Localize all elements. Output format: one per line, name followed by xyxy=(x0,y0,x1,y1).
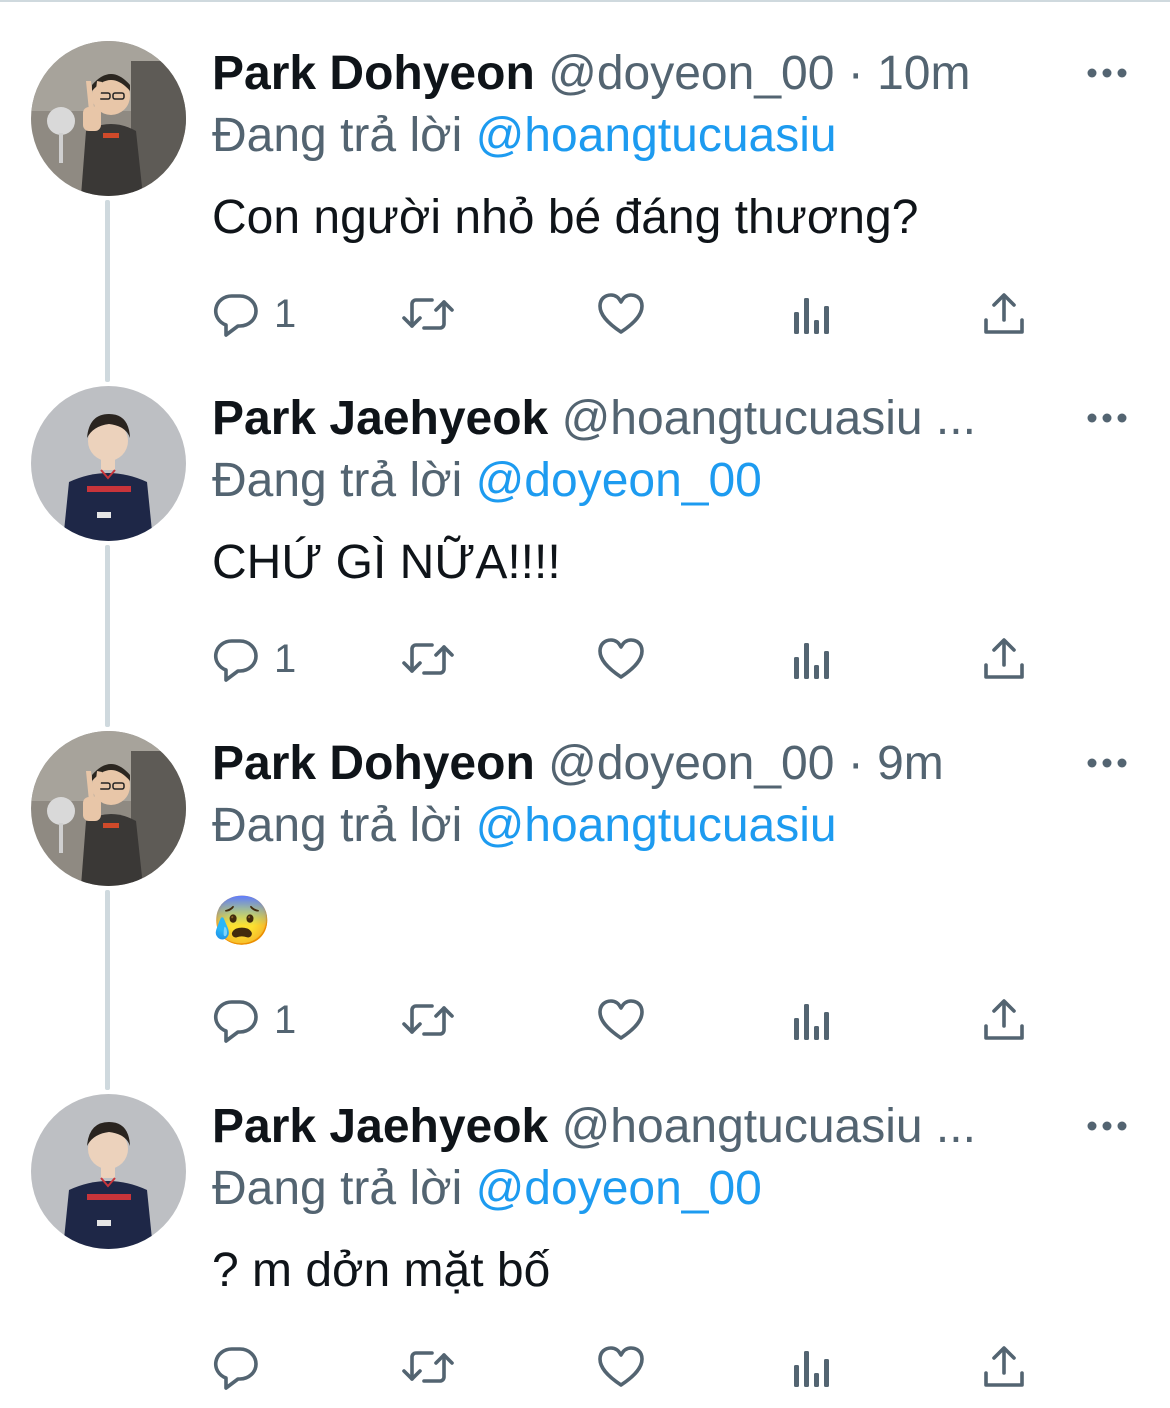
share-button[interactable] xyxy=(980,631,1028,687)
heart-icon xyxy=(598,999,644,1040)
reply-bubble-icon xyxy=(213,294,258,337)
reply-button[interactable]: 1 xyxy=(212,992,296,1048)
tweet-header: Park Jaehyeok @hoangtucuasiu ... xyxy=(212,1097,1092,1157)
heart-icon xyxy=(598,638,644,679)
timestamp[interactable]: 10m xyxy=(877,47,970,100)
share-button[interactable] xyxy=(980,286,1028,342)
tweet-actions: 1 xyxy=(212,286,1052,342)
share-upload-icon xyxy=(984,638,1024,679)
tweet-actions xyxy=(212,1339,1052,1395)
avatar[interactable] xyxy=(31,386,186,541)
retweet-button[interactable] xyxy=(400,631,456,687)
replying-to: Đang trả lời @hoangtucuasiu xyxy=(212,106,837,166)
tweet-header: Park Jaehyeok @hoangtucuasiu ... xyxy=(212,389,1092,449)
retweet-button[interactable] xyxy=(400,992,456,1048)
tweet[interactable]: Park Jaehyeok @hoangtucuasiu ... Đang tr… xyxy=(0,345,1170,695)
tweet-text: CHỨ GÌ NỮA!!!! xyxy=(212,536,561,589)
replying-to-handle[interactable]: @hoangtucuasiu xyxy=(476,109,837,162)
retweet-icon xyxy=(402,1004,454,1036)
replying-to-label: Đang trả lời xyxy=(212,454,476,507)
tweet[interactable]: Park Jaehyeok @hoangtucuasiu ... Đang tr… xyxy=(0,1053,1170,1403)
replying-to-handle[interactable]: @doyeon_00 xyxy=(476,1162,762,1215)
tweet-header: Park Dohyeon @doyeon_00 · 9m xyxy=(212,734,1092,794)
more-horizontal-icon[interactable] xyxy=(1086,756,1128,770)
replying-to: Đang trả lời @doyeon_00 xyxy=(212,1159,762,1219)
reply-button[interactable]: 1 xyxy=(212,631,296,687)
like-button[interactable] xyxy=(596,631,646,687)
share-button[interactable] xyxy=(980,992,1028,1048)
tweet[interactable]: Park Dohyeon @doyeon_00 · 9m Đang trả lờ… xyxy=(0,690,1170,1043)
share-button[interactable] xyxy=(980,1339,1028,1395)
share-upload-icon xyxy=(984,1346,1024,1387)
retweet-icon xyxy=(402,298,454,330)
heart-icon xyxy=(598,293,644,334)
tweet-text: ? m dởn mặt bố xyxy=(212,1244,551,1297)
user-handle[interactable]: @hoangtucuasiu xyxy=(562,392,923,445)
avatar[interactable] xyxy=(31,1094,186,1249)
reply-button[interactable] xyxy=(212,1339,274,1395)
views-bar-chart-icon xyxy=(794,298,829,334)
more-horizontal-icon[interactable] xyxy=(1086,1119,1128,1133)
tweet[interactable]: Park Dohyeon @doyeon_00 · 10m Đang trả l… xyxy=(0,0,1170,350)
display-name[interactable]: Park Jaehyeok xyxy=(212,392,548,445)
truncation-ellipsis: ... xyxy=(922,1100,976,1153)
header-separator: · xyxy=(834,737,878,790)
retweet-icon xyxy=(402,643,454,675)
display-name[interactable]: Park Dohyeon xyxy=(212,47,535,100)
retweet-button[interactable] xyxy=(400,1339,456,1395)
display-name[interactable]: Park Dohyeon xyxy=(212,737,535,790)
timestamp[interactable]: 9m xyxy=(877,737,944,790)
tweet-text: 😰 xyxy=(212,895,272,948)
views-button[interactable] xyxy=(790,992,834,1048)
reply-button[interactable]: 1 xyxy=(212,286,296,342)
avatar-photo xyxy=(31,1094,186,1249)
heart-icon xyxy=(598,1346,644,1387)
replying-to-handle[interactable]: @doyeon_00 xyxy=(476,454,762,507)
reply-count: 1 xyxy=(274,637,297,681)
views-bar-chart-icon xyxy=(794,643,829,679)
reply-bubble-icon xyxy=(213,639,258,682)
tweet-actions: 1 xyxy=(212,992,1052,1048)
views-button[interactable] xyxy=(790,1339,834,1395)
retweet-button[interactable] xyxy=(400,286,456,342)
replying-to-handle[interactable]: @hoangtucuasiu xyxy=(476,799,837,852)
avatar[interactable] xyxy=(31,731,186,886)
more-horizontal-icon[interactable] xyxy=(1086,411,1128,425)
reply-count: 1 xyxy=(274,292,297,336)
replying-to: Đang trả lời @hoangtucuasiu xyxy=(212,796,837,856)
header-separator: · xyxy=(834,47,878,100)
avatar[interactable] xyxy=(31,41,186,196)
share-upload-icon xyxy=(984,999,1024,1040)
reply-bubble-icon xyxy=(213,1000,258,1043)
avatar-photo xyxy=(31,41,186,196)
avatar-photo xyxy=(31,731,186,886)
like-button[interactable] xyxy=(596,286,646,342)
truncation-ellipsis: ... xyxy=(922,392,976,445)
replying-to-label: Đang trả lời xyxy=(212,799,476,852)
share-upload-icon xyxy=(984,293,1024,334)
views-button[interactable] xyxy=(790,631,834,687)
user-handle[interactable]: @doyeon_00 xyxy=(548,737,834,790)
avatar-photo xyxy=(31,386,186,541)
display-name[interactable]: Park Jaehyeok xyxy=(212,1100,548,1153)
views-bar-chart-icon xyxy=(794,1004,829,1040)
tweet-text: Con người nhỏ bé đáng thương? xyxy=(212,191,919,244)
tweet-header: Park Dohyeon @doyeon_00 · 10m xyxy=(212,44,1092,104)
views-bar-chart-icon xyxy=(794,1351,829,1387)
replying-to-label: Đang trả lời xyxy=(212,1162,476,1215)
like-button[interactable] xyxy=(596,992,646,1048)
reply-bubble-icon xyxy=(213,1347,258,1390)
replying-to-label: Đang trả lời xyxy=(212,109,476,162)
user-handle[interactable]: @hoangtucuasiu xyxy=(562,1100,923,1153)
tweet-actions: 1 xyxy=(212,631,1052,687)
views-button[interactable] xyxy=(790,286,834,342)
user-handle[interactable]: @doyeon_00 xyxy=(548,47,834,100)
like-button[interactable] xyxy=(596,1339,646,1395)
reply-count: 1 xyxy=(274,998,297,1042)
replying-to: Đang trả lời @doyeon_00 xyxy=(212,451,762,511)
retweet-icon xyxy=(402,1351,454,1383)
more-horizontal-icon[interactable] xyxy=(1086,66,1128,80)
